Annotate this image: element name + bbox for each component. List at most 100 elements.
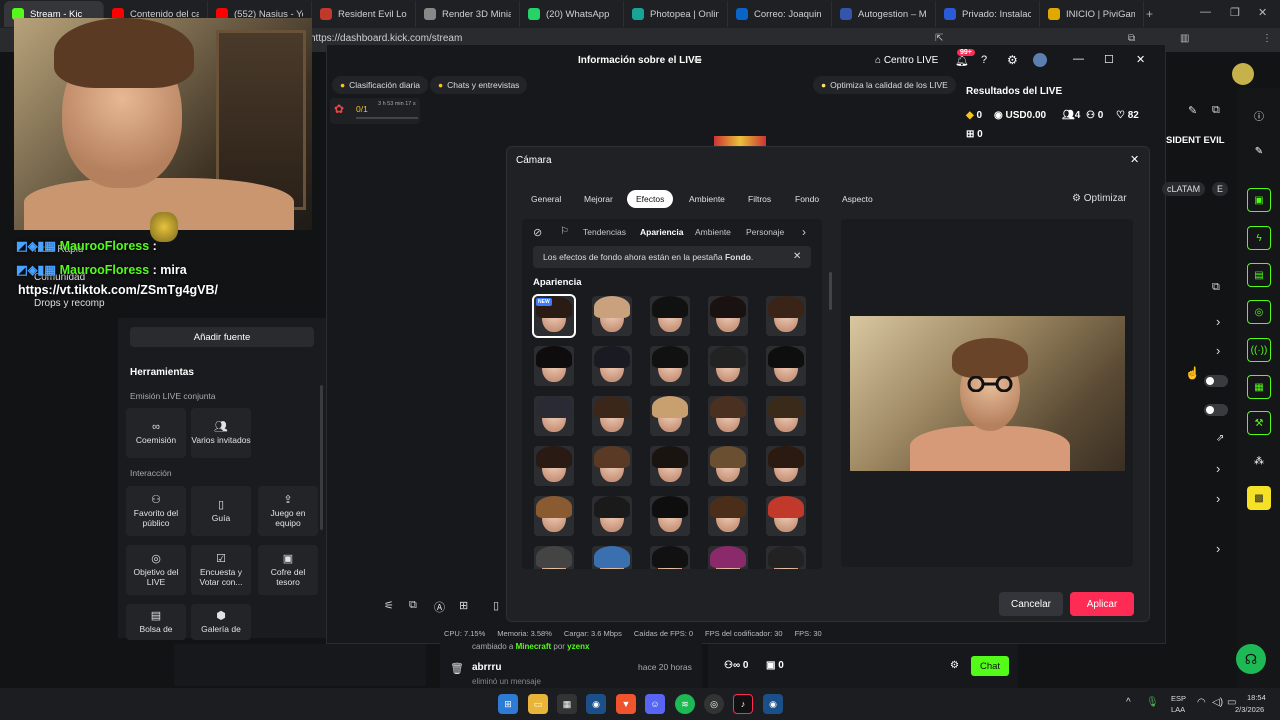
daily-ranking-pill[interactable]: ● Clasificación diaria	[332, 76, 429, 94]
layers-icon[interactable]: ⧉	[409, 599, 417, 612]
brave-icon[interactable]: ▼	[616, 694, 636, 714]
effect-thumbnail[interactable]	[534, 446, 574, 486]
apply-button[interactable]: Aplicar	[1070, 592, 1134, 616]
minimize-icon[interactable]: —	[1200, 6, 1211, 18]
info-icon[interactable]: ⓘ	[1247, 103, 1271, 127]
gallery-button[interactable]: ⬢ Galería de	[191, 604, 251, 640]
live-goal-card[interactable]: ✿ 0/1 3 h 53 min 17 s	[330, 98, 420, 124]
maximize-icon[interactable]: ❐	[1230, 6, 1240, 19]
file-explorer-icon[interactable]: ▭	[528, 694, 548, 714]
multi-guest-button[interactable]: 👥︎ Varios invitados	[191, 408, 251, 458]
avatar[interactable]	[1033, 53, 1047, 67]
browser-tab[interactable]: (20) WhatsApp	[520, 1, 624, 27]
effect-thumbnail[interactable]	[650, 396, 690, 436]
effect-thumbnail[interactable]	[592, 346, 632, 386]
tab-2[interactable]: Efectos	[627, 190, 674, 208]
support-headset-icon[interactable]: ☊	[1236, 644, 1266, 674]
close-icon[interactable]: ✕	[1130, 153, 1139, 166]
profile-avatar[interactable]	[1232, 63, 1254, 85]
effect-thumbnail[interactable]	[650, 296, 690, 336]
document-icon[interactable]: ▤	[1247, 263, 1271, 287]
chevron-right-icon[interactable]: ›	[1216, 491, 1220, 506]
effect-thumbnail[interactable]	[708, 546, 748, 569]
lightning-icon[interactable]: ϟ	[1247, 226, 1271, 250]
optimize-button[interactable]: ⚙ Optimizar	[1072, 193, 1127, 204]
effect-thumbnail[interactable]	[534, 346, 574, 386]
scrollbar[interactable]	[829, 272, 832, 310]
external-link-icon[interactable]: ⇗	[1216, 433, 1224, 444]
tab-4[interactable]: Filtros	[739, 190, 780, 208]
gear-icon[interactable]: ⚙	[1007, 53, 1018, 67]
coemission-button[interactable]: ∞ Coemisión	[126, 408, 186, 458]
browser-tab[interactable]: Render 3D Miniatur	[416, 1, 520, 27]
browser-tab[interactable]: Resident Evil Logo	[312, 1, 416, 27]
effect-thumbnail[interactable]	[650, 346, 690, 386]
sidebar-icon[interactable]: ▥	[1180, 33, 1189, 44]
category-tab-2[interactable]: Ambiente	[695, 227, 731, 237]
popout-icon[interactable]: ⧉	[1212, 281, 1220, 294]
effect-thumbnail[interactable]	[766, 496, 806, 536]
discord-icon[interactable]: ☺	[645, 694, 665, 714]
spotify-icon[interactable]: ≋	[675, 694, 695, 714]
live-goal-button[interactable]: ◎ Objetivo del LIVE	[126, 545, 186, 595]
tab-5[interactable]: Fondo	[786, 190, 828, 208]
chevron-right-icon[interactable]: ›	[1216, 541, 1220, 556]
ai-icon[interactable]: Ⓐ	[434, 599, 445, 615]
chevron-right-icon[interactable]: ›	[1216, 461, 1220, 476]
maximize-icon[interactable]: ☐	[1104, 53, 1114, 66]
chat-icon[interactable]: ◎	[1247, 300, 1271, 324]
volume-icon[interactable]: ◁)	[1212, 697, 1223, 708]
camera-scan-icon[interactable]: ▣	[1247, 188, 1271, 212]
clock-date[interactable]: 2/3/2026	[1235, 705, 1264, 714]
magic-wand-icon[interactable]: ⚟	[384, 599, 394, 612]
effect-thumbnail[interactable]	[592, 296, 632, 336]
effect-thumbnail[interactable]	[708, 446, 748, 486]
effect-thumbnail[interactable]	[592, 546, 632, 569]
extensions-icon[interactable]: ⧉	[1128, 33, 1135, 44]
effect-thumbnail[interactable]	[766, 546, 806, 569]
nav-item[interactable]: Drops y recomp	[34, 298, 105, 309]
optimize-quality-pill[interactable]: ● Optimiza la calidad de los LIVE	[813, 76, 956, 94]
browser-tab[interactable]: Autogestion – Mun	[832, 1, 936, 27]
effect-thumbnail[interactable]	[766, 296, 806, 336]
add-screen-icon[interactable]: ⊞	[459, 599, 468, 612]
steam-icon[interactable]: ◉	[586, 694, 606, 714]
app-icon[interactable]: ◎	[704, 694, 724, 714]
help-icon[interactable]: ?	[981, 54, 987, 66]
bookmark-icon[interactable]: ⚐	[560, 226, 569, 237]
tab-0[interactable]: General	[522, 190, 570, 208]
new-tab-button[interactable]: +	[1146, 7, 1153, 21]
chevron-right-icon[interactable]: ›	[1216, 343, 1220, 358]
language-indicator[interactable]: ESP	[1171, 694, 1186, 703]
browser-tab[interactable]: Correo: Joaquin Ac	[728, 1, 832, 27]
chats-interviews-pill[interactable]: ● Chats y entrevistas	[430, 76, 528, 94]
app-icon[interactable]: ▦	[557, 694, 577, 714]
effect-thumbnail[interactable]	[592, 496, 632, 536]
effect-thumbnail[interactable]	[534, 396, 574, 436]
effect-thumbnail[interactable]: NEW	[532, 294, 576, 338]
phone-icon[interactable]: ▯	[493, 599, 499, 612]
browser-tab[interactable]: INICIO | PiviGames	[1040, 1, 1144, 27]
close-window-icon[interactable]: ✕	[1258, 6, 1267, 19]
tab-1[interactable]: Mejorar	[575, 190, 622, 208]
chevron-right-icon[interactable]: ›	[802, 225, 806, 239]
add-source-button[interactable]: Añadir fuente	[130, 327, 314, 347]
steam-icon[interactable]: ◉	[763, 694, 783, 714]
effect-thumbnail[interactable]	[708, 396, 748, 436]
chevron-right-icon[interactable]: ›	[1216, 314, 1220, 329]
pencil-icon[interactable]: ✎	[1188, 104, 1197, 117]
menu-icon[interactable]: ⋮	[1262, 33, 1272, 44]
chevron-up-icon[interactable]: ^	[1126, 697, 1131, 708]
windows-start-icon[interactable]: ⊞	[498, 694, 518, 714]
no-effect-icon[interactable]: ⊘	[533, 226, 542, 239]
share-icon[interactable]: ⇱	[935, 33, 943, 44]
tab-3[interactable]: Ambiente	[680, 190, 734, 208]
audience-favorite-button[interactable]: ⚇ Favorito del público	[126, 486, 186, 536]
tag-pill[interactable]: cLATAM	[1162, 182, 1206, 196]
feed-user[interactable]: abrrru	[472, 662, 501, 673]
category-tab-1[interactable]: Apariencia	[640, 227, 683, 237]
tab-6[interactable]: Aspecto	[833, 190, 882, 208]
effect-thumbnail[interactable]	[766, 396, 806, 436]
live-center-button[interactable]: ⌂ Centro LIVE	[875, 55, 938, 66]
scrollbar[interactable]	[320, 385, 323, 530]
